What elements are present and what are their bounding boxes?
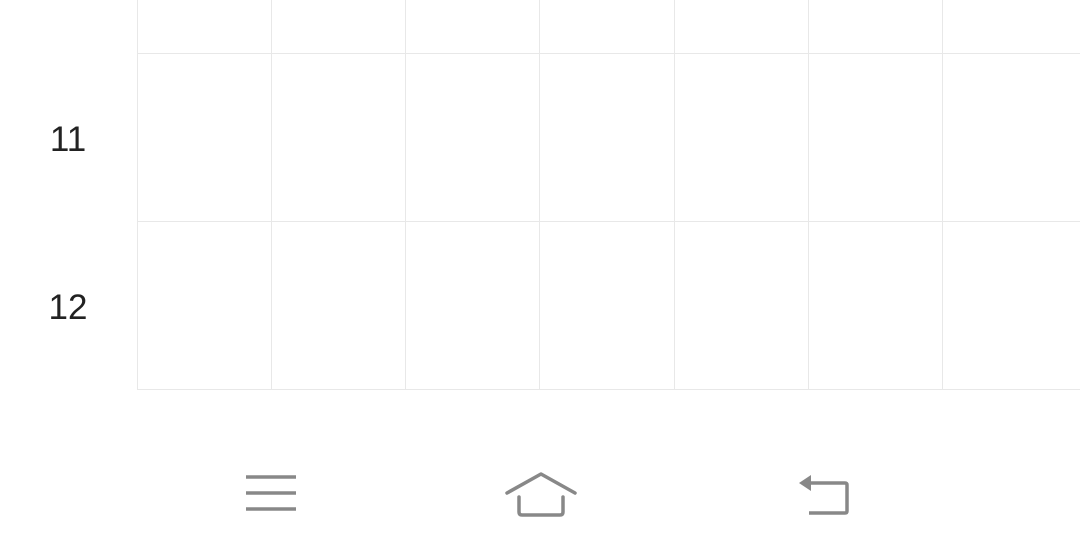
timetable-grid: [137, 0, 1080, 390]
time-slot-cell[interactable]: [406, 222, 539, 389]
grid-line-horizontal: [137, 389, 1080, 390]
home-icon: [505, 472, 577, 517]
back-button[interactable]: [774, 460, 874, 530]
time-slot-cell[interactable]: [809, 222, 942, 389]
time-slot-cell[interactable]: [943, 54, 1080, 221]
time-slot-cell[interactable]: [272, 54, 405, 221]
timetable: 11 12: [0, 0, 1080, 390]
time-slot-cell[interactable]: [138, 222, 271, 389]
system-navigation-bar: [0, 440, 1080, 558]
time-slot-cell[interactable]: [943, 222, 1080, 389]
screen: 11 12: [0, 0, 1080, 558]
time-slot-cell[interactable]: [540, 54, 674, 221]
time-slot-cell[interactable]: [675, 54, 808, 221]
time-slot-cell[interactable]: [809, 54, 942, 221]
hour-label-12: 12: [48, 288, 88, 327]
recent-apps-button[interactable]: [221, 460, 321, 530]
menu-icon: [246, 475, 296, 511]
hour-label-11: 11: [49, 120, 87, 159]
back-icon: [799, 475, 849, 515]
time-slot-cell[interactable]: [675, 222, 808, 389]
time-slot-cell[interactable]: [540, 222, 674, 389]
home-button[interactable]: [491, 460, 591, 530]
time-slot-cell[interactable]: [138, 54, 271, 221]
time-slot-cell[interactable]: [406, 54, 539, 221]
time-slot-cell[interactable]: [272, 222, 405, 389]
